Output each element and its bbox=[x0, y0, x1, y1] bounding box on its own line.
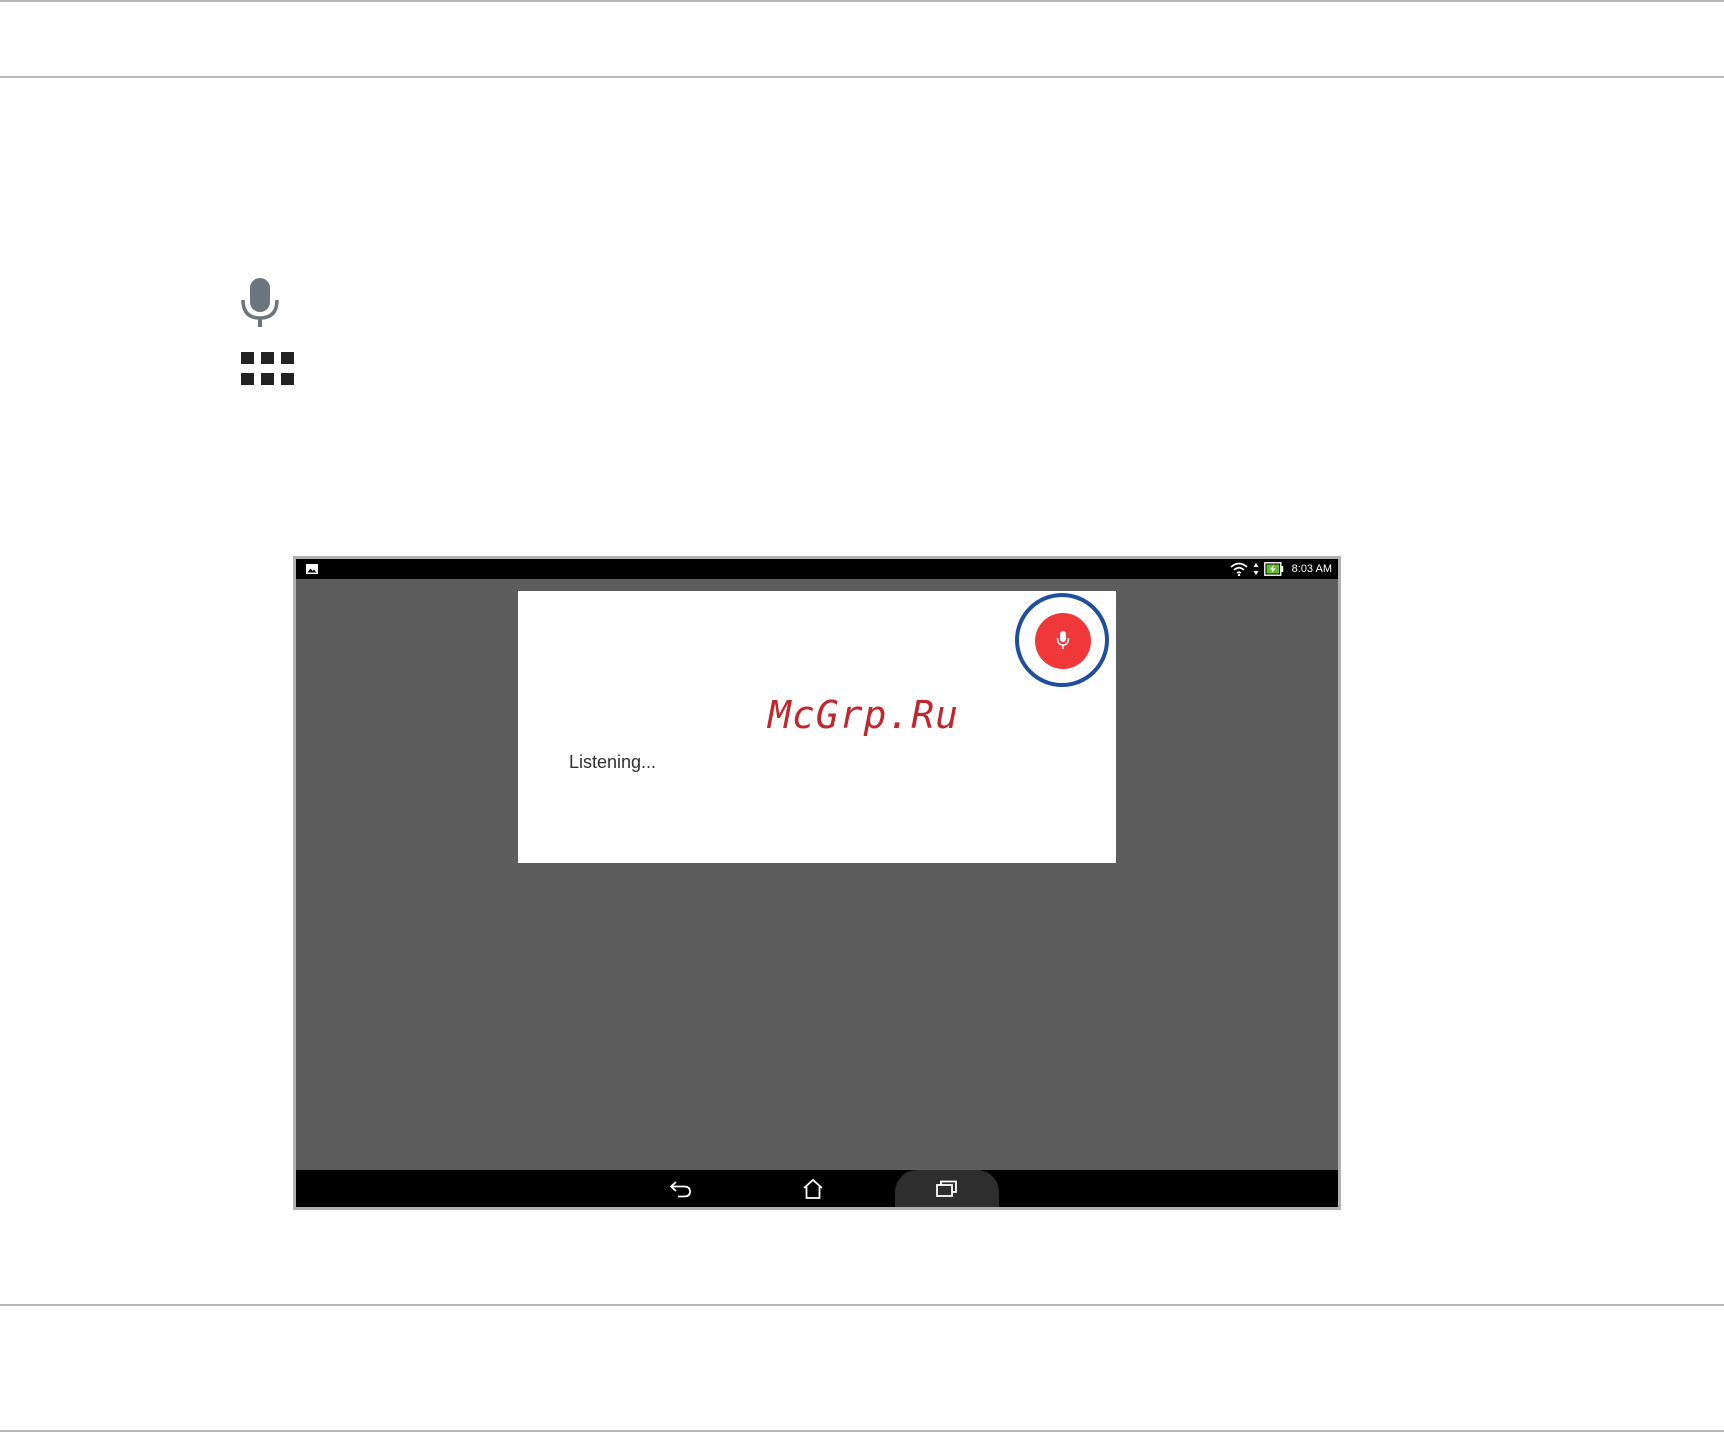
back-icon bbox=[669, 1180, 691, 1197]
home-button[interactable] bbox=[788, 1170, 838, 1207]
wifi-icon bbox=[1230, 562, 1248, 576]
status-bar: 8:03 AM bbox=[296, 559, 1338, 579]
status-time: 8:03 AM bbox=[1291, 563, 1332, 575]
microphone-icon bbox=[1056, 631, 1070, 649]
listening-status: Listening... bbox=[569, 752, 657, 772]
data-arrows-icon bbox=[1253, 563, 1259, 575]
recent-apps-icon bbox=[936, 1180, 957, 1197]
navigation-bar bbox=[296, 1170, 1338, 1207]
notification-image-icon bbox=[306, 564, 318, 574]
home-icon bbox=[803, 1178, 823, 1199]
battery-charging-icon bbox=[1263, 562, 1283, 576]
footer-rule bbox=[0, 1304, 1724, 1306]
top-rule bbox=[0, 0, 1724, 2]
recent-apps-button[interactable] bbox=[895, 1170, 999, 1207]
microphone-icon bbox=[241, 278, 279, 327]
watermark: McGrp.Ru bbox=[768, 693, 960, 737]
back-button[interactable] bbox=[656, 1170, 706, 1207]
voice-mic-button[interactable] bbox=[1035, 613, 1091, 669]
header-rule bbox=[0, 76, 1724, 78]
bottom-rule bbox=[0, 1430, 1724, 1432]
voice-search-dialog: Listening... McGrp.Ru bbox=[518, 591, 1116, 863]
device-screenshot: 8:03 AM Listening... McGrp.Ru bbox=[293, 556, 1341, 1210]
app-grid-icon bbox=[241, 352, 294, 385]
status-icons: 8:03 AM bbox=[1230, 559, 1332, 579]
